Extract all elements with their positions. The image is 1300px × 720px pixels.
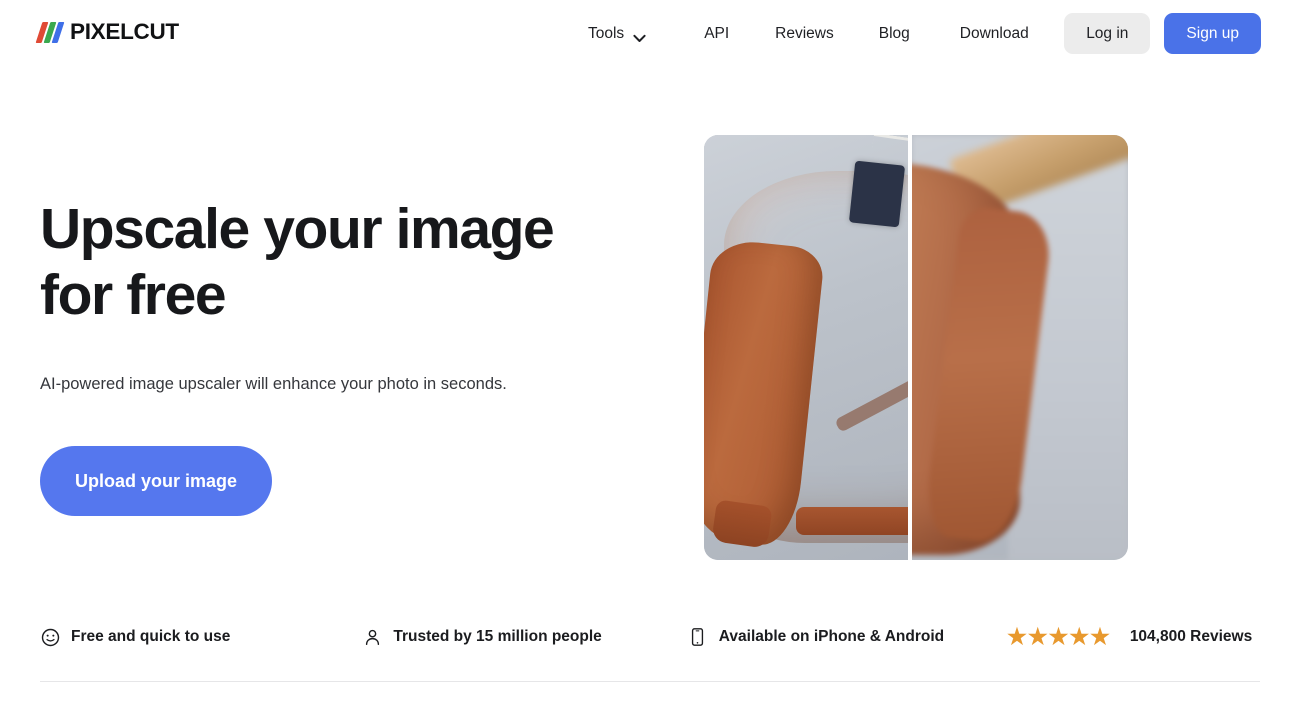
hero-subtitle: AI-powered image upscaler will enhance y… xyxy=(40,375,507,393)
jacket-cuff-sharp xyxy=(711,499,773,549)
star-icon: ★ xyxy=(1090,624,1110,649)
nav-item-blog-label: Blog xyxy=(878,25,910,42)
main-navigation: Tools API Reviews Blog Download xyxy=(588,0,1029,68)
star-rating: ★ ★ ★ ★ ★ xyxy=(1007,626,1110,648)
person-icon xyxy=(362,626,382,648)
site-header: PIXELCUT Tools API Reviews Blog Download… xyxy=(0,0,1300,68)
sign-up-button[interactable]: Sign up xyxy=(1164,13,1261,54)
log-in-button[interactable]: Log in xyxy=(1064,13,1151,54)
nav-item-tools[interactable]: Tools xyxy=(588,17,646,51)
feature-trusted-by-users: Trusted by 15 million people xyxy=(362,626,602,648)
smiley-face-icon xyxy=(40,626,60,648)
feature-mobile-availability-label: Available on iPhone & Android xyxy=(718,628,945,645)
nav-item-download-label: Download xyxy=(959,25,1029,42)
nav-item-tools-label: Tools xyxy=(588,25,625,42)
star-icon: ★ xyxy=(1027,624,1048,649)
feature-highlights-row: Free and quick to use Trusted by 15 mill… xyxy=(40,626,1260,648)
hero-content: Upscale your image for free AI-powered i… xyxy=(40,196,640,516)
feature-free-and-quick-label: Free and quick to use xyxy=(71,628,231,645)
feature-reviews-rating: ★ ★ ★ ★ ★ 104,800 Reviews xyxy=(1007,626,1252,648)
after-upscaled-half xyxy=(704,135,908,560)
nav-item-api-label: API xyxy=(704,25,730,42)
chevron-down-icon xyxy=(633,30,646,42)
reviews-count-label: 104,800 Reviews xyxy=(1129,628,1253,645)
auth-actions: Log in Sign up xyxy=(1064,13,1261,54)
brand-logo[interactable]: PIXELCUT xyxy=(35,19,179,45)
before-after-comparison-image xyxy=(704,135,1128,560)
comparison-divider[interactable] xyxy=(908,135,912,560)
star-icon: ★ xyxy=(1048,624,1069,649)
nav-item-download[interactable]: Download xyxy=(960,17,1029,51)
nav-item-reviews[interactable]: Reviews xyxy=(775,17,834,51)
jacket-hem-sharp xyxy=(796,507,908,535)
star-icon: ★ xyxy=(1069,624,1090,649)
brand-name: PIXELCUT xyxy=(70,19,179,44)
feature-free-and-quick: Free and quick to use xyxy=(40,626,230,648)
feature-mobile-availability: Available on iPhone & Android xyxy=(688,626,944,648)
landing-page: PIXELCUT Tools API Reviews Blog Download… xyxy=(0,0,1300,720)
section-divider xyxy=(40,681,1260,682)
star-icon: ★ xyxy=(1007,624,1027,649)
mobile-phone-icon xyxy=(688,626,708,648)
nav-item-api[interactable]: API xyxy=(704,17,729,51)
pixelcut-logo-icon xyxy=(35,21,65,43)
upload-your-image-button[interactable]: Upload your image xyxy=(40,446,273,516)
nav-item-reviews-label: Reviews xyxy=(775,25,834,42)
before-original-half xyxy=(912,135,1128,560)
nav-item-blog[interactable]: Blog xyxy=(879,17,910,51)
page-title: Upscale your image for free xyxy=(40,197,555,327)
jacket-collar-sharp xyxy=(848,160,906,228)
feature-trusted-by-users-label: Trusted by 15 million people xyxy=(393,628,602,645)
